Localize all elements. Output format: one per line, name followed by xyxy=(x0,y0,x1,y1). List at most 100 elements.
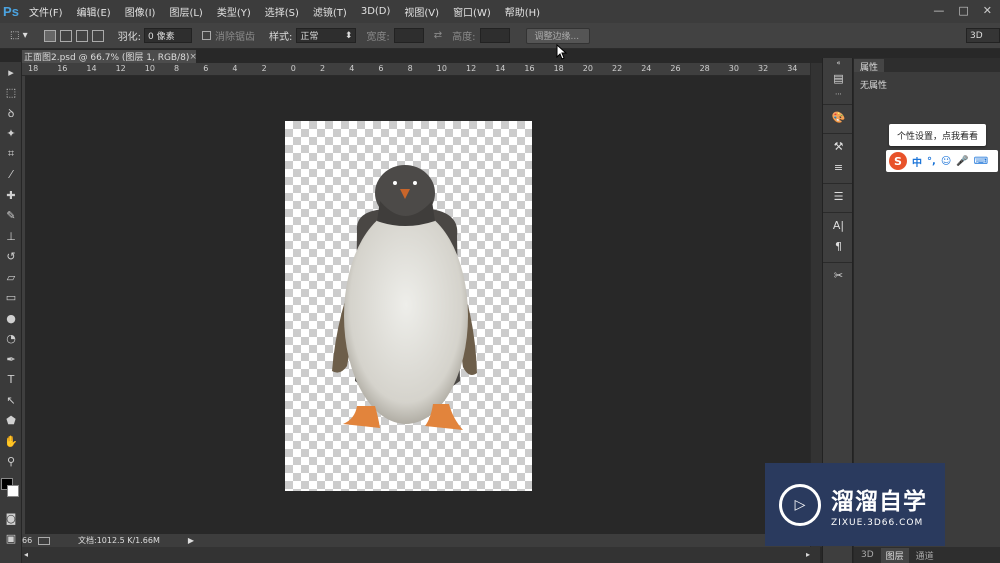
history-brush-icon[interactable]: ↺ xyxy=(0,247,22,268)
document-canvas[interactable] xyxy=(285,121,532,491)
width-input[interactable] xyxy=(393,28,424,43)
shape-icon[interactable]: ⬟ xyxy=(0,411,22,432)
tab-layers[interactable]: 图层 xyxy=(880,547,909,563)
tab-3d[interactable]: 3D xyxy=(856,549,879,561)
zoom-level[interactable]: 66.67% xyxy=(22,536,32,545)
ime-mode-toggle[interactable]: 中 xyxy=(912,154,922,169)
status-menu-arrow-icon[interactable]: ▶ xyxy=(188,536,194,545)
layers-panel-tabs: 3D 图层 通道 xyxy=(854,547,1000,563)
eraser-icon[interactable]: ▱ xyxy=(0,267,22,288)
panel-separator xyxy=(823,178,852,184)
brush-panel-icon[interactable]: ⚒ xyxy=(823,136,854,157)
ruler-tick-label: 32 xyxy=(758,64,769,73)
adjustments-panel-icon[interactable]: ≡ xyxy=(823,157,854,178)
add-selection-icon[interactable] xyxy=(59,29,72,42)
eyedropper-icon[interactable]: ⁄ xyxy=(0,165,22,186)
menu-3d[interactable]: 3D(D) xyxy=(354,6,398,17)
color-panel-icon[interactable]: 🎨 xyxy=(823,107,854,128)
panel-grip-icon[interactable]: ⋯ xyxy=(823,89,854,99)
history-panel-icon[interactable]: ▤ xyxy=(823,68,854,89)
workspace-select[interactable]: 3D xyxy=(966,28,1000,43)
window-controls: — □ ✕ xyxy=(933,4,992,17)
zoom-icon[interactable]: ⚲ xyxy=(0,452,22,473)
ime-toolbar[interactable]: S 中 °, ☺ 🎤 ⌨ xyxy=(886,150,998,172)
ruler-tick-label: 12 xyxy=(466,64,477,73)
minimize-button[interactable]: — xyxy=(933,4,944,17)
scroll-left-icon[interactable]: ◂ xyxy=(24,550,28,559)
dodge-icon[interactable]: ◔ xyxy=(0,329,22,350)
tab-properties[interactable]: 属性 xyxy=(854,59,885,73)
height-label: 高度: xyxy=(452,32,476,43)
menu-window[interactable]: 窗口(W) xyxy=(446,4,498,19)
properties-empty-text: 无属性 xyxy=(860,81,888,91)
horizontal-scrollbar[interactable]: ◂ ▸ xyxy=(22,547,820,563)
menu-edit[interactable]: 编辑(E) xyxy=(70,4,118,19)
quick-mask-icon[interactable]: ◙ xyxy=(0,508,22,529)
ruler-tick-label: 18 xyxy=(553,64,564,73)
swap-dimensions-icon[interactable]: ⇄ xyxy=(434,30,442,41)
path-select-icon[interactable]: ↖ xyxy=(0,390,22,411)
scroll-right-icon[interactable]: ▸ xyxy=(806,550,810,559)
new-selection-icon[interactable] xyxy=(43,29,56,42)
marquee-icon[interactable]: ⬚ xyxy=(0,83,22,104)
magic-wand-icon[interactable]: ✦ xyxy=(0,124,22,145)
blur-icon[interactable]: ● xyxy=(0,308,22,329)
menu-select[interactable]: 选择(S) xyxy=(258,4,306,19)
menu-help[interactable]: 帮助(H) xyxy=(498,4,547,19)
tab-channels[interactable]: 通道 xyxy=(911,548,939,563)
close-button[interactable]: ✕ xyxy=(983,4,992,17)
menu-type[interactable]: 类型(Y) xyxy=(210,4,258,19)
refine-edge-button[interactable]: 调整边缘... xyxy=(525,27,590,44)
ruler-tick-label: 16 xyxy=(524,64,535,73)
ruler-tick-label: 34 xyxy=(787,64,798,73)
screen-mode-icon[interactable]: ▣ xyxy=(0,529,22,550)
sogou-logo-icon[interactable]: S xyxy=(889,152,907,170)
character-panel-icon[interactable]: A| xyxy=(823,215,854,236)
close-document-icon[interactable]: × xyxy=(189,52,196,62)
color-swatches[interactable] xyxy=(0,476,22,506)
menu-view[interactable]: 视图(V) xyxy=(397,4,446,19)
hand-icon[interactable]: ✋ xyxy=(0,431,22,452)
subtract-selection-icon[interactable] xyxy=(75,29,88,42)
collapse-panels-icon[interactable]: « xyxy=(823,58,854,68)
style-select[interactable]: 正常 ⬍ xyxy=(296,28,357,43)
keyboard-icon[interactable]: ⌨ xyxy=(974,156,988,167)
healing-icon[interactable]: ✚ xyxy=(0,185,22,206)
ruler-tick-label: 10 xyxy=(144,64,155,73)
maximize-button[interactable]: □ xyxy=(958,4,968,17)
properties-panel-tabs: 属性 xyxy=(854,58,1000,73)
intersect-selection-icon[interactable] xyxy=(91,29,104,42)
crop-icon[interactable]: ⌗ xyxy=(0,144,22,165)
ruler-tick-label: 8 xyxy=(174,64,180,73)
ruler-tick-label: 18 xyxy=(28,64,39,73)
punctuation-icon[interactable]: °, xyxy=(927,156,936,167)
menu-image[interactable]: 图像(I) xyxy=(118,4,163,19)
feather-input[interactable]: 0 像素 xyxy=(144,28,193,43)
tool-presets-icon[interactable]: ✂ xyxy=(823,265,854,286)
emoji-icon[interactable]: ☺ xyxy=(941,156,951,167)
gradient-icon[interactable]: ▭ xyxy=(0,288,22,309)
brush-icon[interactable]: ✎ xyxy=(0,206,22,227)
pen-icon[interactable]: ✒ xyxy=(0,349,22,370)
background-color-swatch[interactable] xyxy=(7,485,19,497)
penguin-left-eye xyxy=(393,181,397,185)
stamp-icon[interactable]: ⊥ xyxy=(0,226,22,247)
status-icon[interactable] xyxy=(38,536,50,545)
ruler-tick-label: 28 xyxy=(699,64,710,73)
ruler-tick-label: 16 xyxy=(57,64,68,73)
ruler-tick-label: 26 xyxy=(670,64,681,73)
microphone-icon[interactable]: 🎤 xyxy=(956,156,968,167)
move-icon[interactable]: ▸ xyxy=(0,62,22,83)
lasso-icon[interactable]: ꝺ xyxy=(0,103,22,124)
marquee-preset-icon[interactable]: ⬚ ▾ xyxy=(10,30,28,41)
height-input[interactable] xyxy=(479,28,510,43)
document-tab[interactable]: 正面图2.psd @ 66.7% (图层 1, RGB/8) × xyxy=(22,50,196,63)
tools-panel: ▸ ⬚ ꝺ ✦ ⌗ ⁄ ✚ ✎ ⊥ ↺ ▱ ▭ ● ◔ ✒ T ↖ ⬟ ✋ ⚲ … xyxy=(0,62,22,563)
type-icon[interactable]: T xyxy=(0,370,22,391)
menu-filter[interactable]: 滤镜(T) xyxy=(306,4,354,19)
layer-comps-icon[interactable]: ☰ xyxy=(823,186,854,207)
paragraph-panel-icon[interactable]: ¶ xyxy=(823,236,854,257)
antialias-checkbox[interactable] xyxy=(202,31,212,40)
menu-file[interactable]: 文件(F) xyxy=(22,4,70,19)
menu-layer[interactable]: 图层(L) xyxy=(162,4,209,19)
